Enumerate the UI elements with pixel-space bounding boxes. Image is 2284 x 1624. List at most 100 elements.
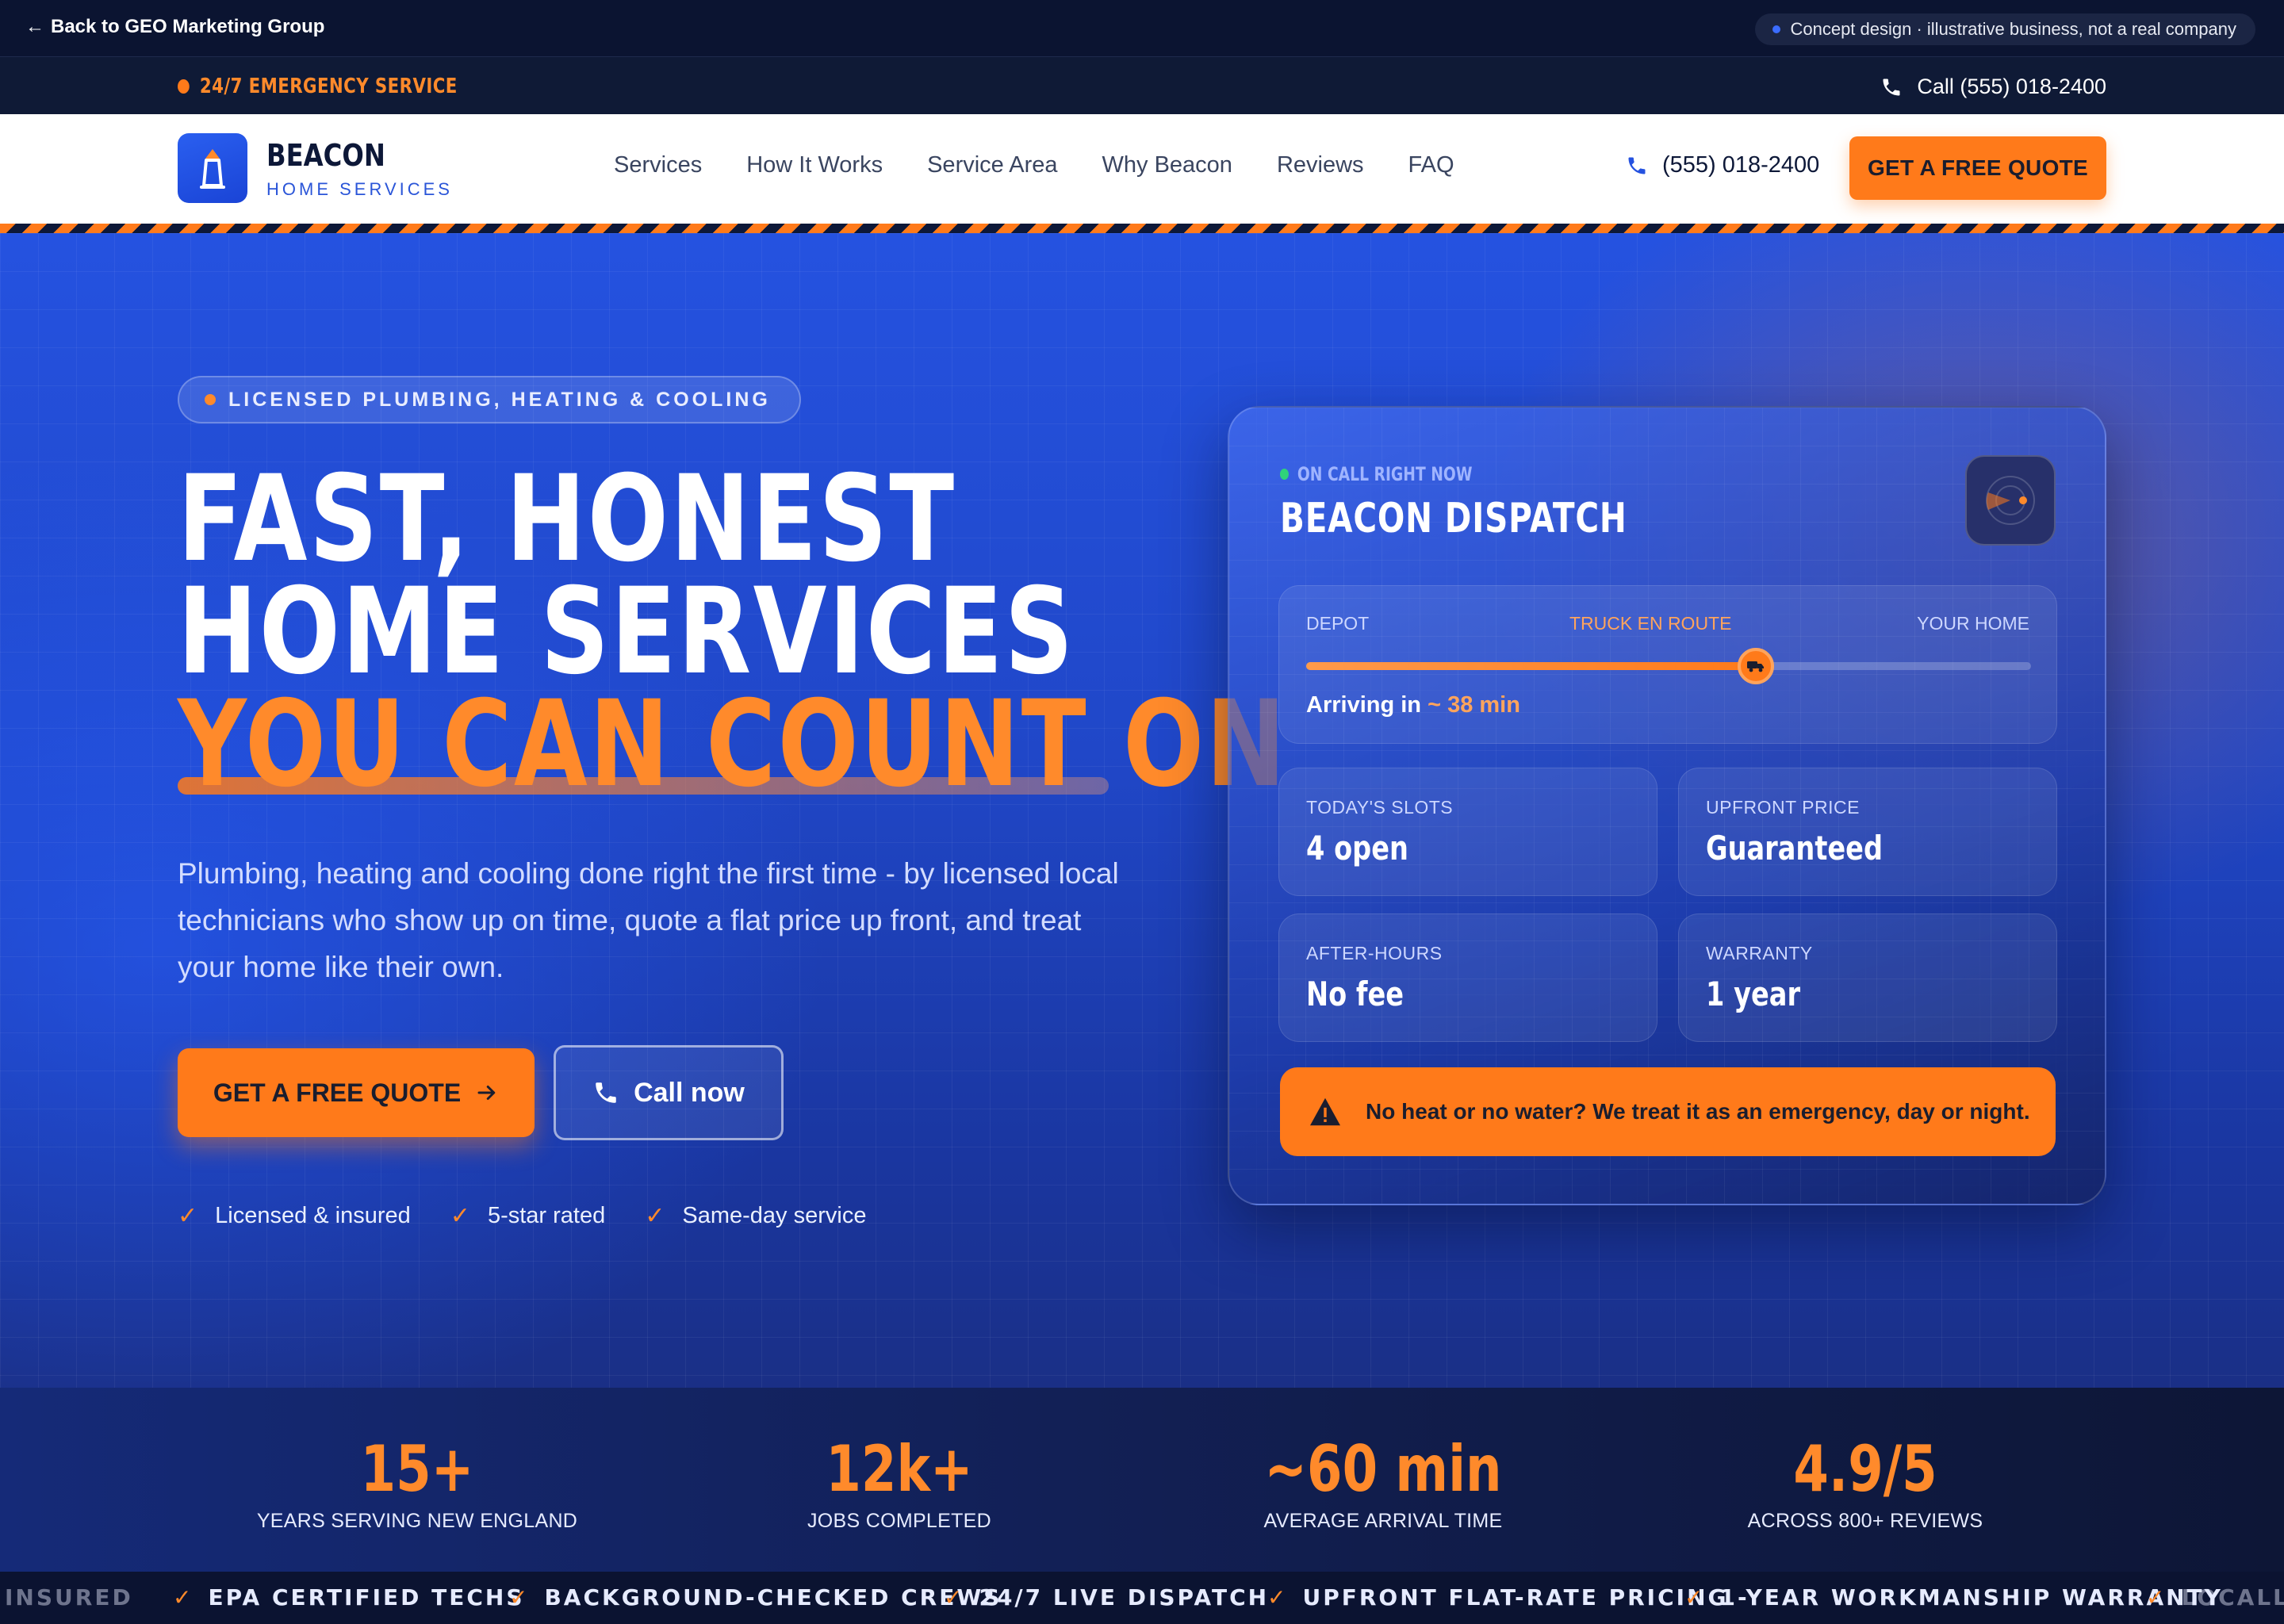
ticker-item: ✓ LOCALLY [2146, 1584, 2284, 1611]
ticker-item-label: EPA CERTIFIED TECHS [208, 1584, 525, 1611]
concept-bar: ← Back to GEO Marketing Group Concept de… [0, 0, 2284, 57]
ticker-item: ✓ 1-YEAR WORKMANSHIP WARRANTY [1684, 1584, 2223, 1611]
tile-value: 1 year [1706, 975, 1801, 1013]
nav-link-reviews[interactable]: Reviews [1277, 152, 1364, 178]
emergency-service-text: 24/7 EMERGENCY SERVICE [199, 75, 458, 98]
ticker-item: ✓ 24/7 LIVE DISPATCH [944, 1584, 1269, 1611]
hero-headline: FAST, HONEST HOME SERVICES YOU CAN COUNT… [178, 450, 1287, 804]
trust-item: ✓ 5-star rated [450, 1202, 605, 1230]
check-icon: ✓ [1267, 1584, 1289, 1611]
topbar-call-link[interactable]: Call (555) 018-2400 [1880, 75, 2106, 99]
logo[interactable] [178, 133, 247, 203]
check-icon: ✓ [944, 1584, 965, 1611]
stats-band: 15+ YEARS SERVING NEW ENGLAND 12k+ JOBS … [0, 1388, 2284, 1572]
phone-icon [1883, 79, 1900, 95]
emergency-bar: 24/7 EMERGENCY SERVICE Call (555) 018-24… [0, 57, 2284, 114]
check-icon: ✓ [645, 1203, 665, 1229]
nav-link-services[interactable]: Services [614, 152, 702, 178]
dispatch-tile-price: UPFRONT PRICE Guaranteed [1678, 768, 2057, 896]
stat-reviews: 4.9/5 ACROSS 800+ REVIEWS [1643, 1434, 2087, 1533]
emergency-banner[interactable]: No heat or no water? We treat it as an e… [1280, 1067, 2056, 1156]
phone-icon [596, 1082, 616, 1103]
dispatch-tile-slots: TODAY'S SLOTS 4 open [1278, 768, 1657, 896]
check-icon: ✓ [1684, 1584, 1706, 1611]
trust-item: ✓ Same-day service [645, 1202, 866, 1230]
trust-ticker: INSURED ✓ EPA CERTIFIED TECHS ✓ BACKGROU… [0, 1572, 2284, 1624]
stat-caption: YEARS SERVING NEW ENGLAND [256, 1510, 578, 1532]
hero-call-button[interactable]: Call now [554, 1045, 784, 1140]
concept-notice: Concept design · illustrative business, … [1755, 13, 2255, 45]
dispatch-tile-warranty: WARRANTY 1 year [1678, 914, 2057, 1042]
ticker-item-label: UPFRONT FLAT-RATE PRICING [1302, 1584, 1729, 1611]
tile-value: Guaranteed [1706, 829, 1884, 868]
route-progress-track [1306, 648, 2031, 684]
dispatch-title: BEACON DISPATCH [1280, 495, 1627, 542]
stat-caption: JOBS COMPLETED [807, 1510, 992, 1532]
ticker-item: ✓ EPA CERTIFIED TECHS [173, 1584, 525, 1611]
check-icon: ✓ [2146, 1584, 2167, 1611]
headline-line-2: HOME SERVICES [178, 563, 1075, 701]
tile-label: TODAY'S SLOTS [1306, 797, 1454, 818]
arrival-estimate: Arriving in ~ 38 min [1306, 692, 1520, 718]
stat-arrival: ~60 min AVERAGE ARRIVAL TIME [1161, 1434, 1605, 1533]
hazard-stripe [0, 224, 2284, 233]
license-badge: LICENSED PLUMBING, HEATING & COOLING [178, 376, 801, 423]
headline-line-1: FAST, HONEST [178, 450, 956, 588]
arrow-left-icon: ← [25, 16, 44, 37]
dispatch-card: ON CALL RIGHT NOW BEACON DISPATCH DEPOT … [1228, 406, 2106, 1205]
ticker-item-label: LOCALLY [2181, 1584, 2284, 1611]
ticker-item: INSURED [5, 1584, 133, 1611]
lighthouse-icon [200, 149, 225, 189]
back-link[interactable]: ← Back to GEO Marketing Group [25, 16, 324, 38]
ticker-item-label: INSURED [5, 1584, 133, 1611]
tile-value: 4 open [1306, 829, 1408, 868]
phone-icon [1628, 157, 1646, 174]
arrival-eta: ~ 38 min [1428, 692, 1520, 718]
notice-dot-icon [1772, 25, 1781, 33]
trust-list: ✓ Licensed & insured ✓ 5-star rated ✓ Sa… [178, 1202, 866, 1230]
hero-call-label: Call now [634, 1077, 745, 1108]
check-icon: ✓ [509, 1584, 531, 1611]
trust-item-label: Licensed & insured [215, 1203, 411, 1228]
route-progress-fill [1306, 662, 1756, 670]
route-tracker: DEPOT TRUCK EN ROUTE YOUR HOME Arriving … [1278, 585, 2057, 744]
tile-label: UPFRONT PRICE [1706, 797, 1860, 818]
tile-label: AFTER-HOURS [1306, 943, 1443, 963]
dispatch-status-text: ON CALL RIGHT NOW [1297, 463, 1473, 485]
nav-link-how-it-works[interactable]: How It Works [746, 152, 883, 178]
radar-icon [1965, 455, 2056, 546]
hero-quote-button[interactable]: GET A FREE QUOTE [178, 1048, 535, 1137]
hero-quote-label: GET A FREE QUOTE [213, 1078, 462, 1107]
nav-phone-number: (555) 018-2400 [1662, 152, 1820, 178]
truck-icon [1737, 648, 1774, 684]
stat-value: 15+ [360, 1432, 474, 1506]
tile-label: WARRANTY [1706, 943, 1813, 963]
dispatch-status: ON CALL RIGHT NOW [1280, 463, 1472, 485]
stat-value: 12k+ [826, 1432, 973, 1506]
trust-item-label: 5-star rated [487, 1203, 606, 1228]
trust-item-label: Same-day service [682, 1203, 867, 1228]
stat-years: 15+ YEARS SERVING NEW ENGLAND [195, 1434, 639, 1533]
arrow-right-icon [477, 1086, 496, 1100]
online-dot-icon [1280, 469, 1289, 480]
nav-quote-button[interactable]: GET A FREE QUOTE [1849, 136, 2106, 200]
nav-phone-link[interactable]: (555) 018-2400 [1626, 152, 1819, 178]
route-label-en-route: TRUCK EN ROUTE [1569, 613, 1732, 634]
badge-dot-icon [205, 394, 216, 405]
ticker-item-label: 24/7 LIVE DISPATCH [979, 1584, 1270, 1611]
check-icon: ✓ [178, 1203, 198, 1229]
nav-link-faq[interactable]: FAQ [1408, 152, 1454, 178]
back-link-label: Back to GEO Marketing Group [51, 16, 325, 37]
emergency-service-label: 24/7 EMERGENCY SERVICE [178, 75, 458, 98]
nav-link-why-beacon[interactable]: Why Beacon [1102, 152, 1232, 178]
stat-caption: AVERAGE ARRIVAL TIME [1263, 1510, 1503, 1532]
stat-jobs: 12k+ JOBS COMPLETED [677, 1434, 1121, 1533]
check-icon: ✓ [173, 1584, 194, 1611]
license-badge-text: LICENSED PLUMBING, HEATING & COOLING [228, 388, 771, 411]
stat-value: ~60 min [1264, 1432, 1502, 1506]
nav-link-service-area[interactable]: Service Area [927, 152, 1057, 178]
route-label-home: YOUR HOME [1917, 613, 2029, 634]
emergency-banner-text: No heat or no water? We treat it as an e… [1366, 1099, 2030, 1124]
ticker-item: ✓ BACKGROUND-CHECKED CREWS [509, 1584, 1002, 1611]
brand-subtitle: HOME SERVICES [266, 179, 453, 199]
